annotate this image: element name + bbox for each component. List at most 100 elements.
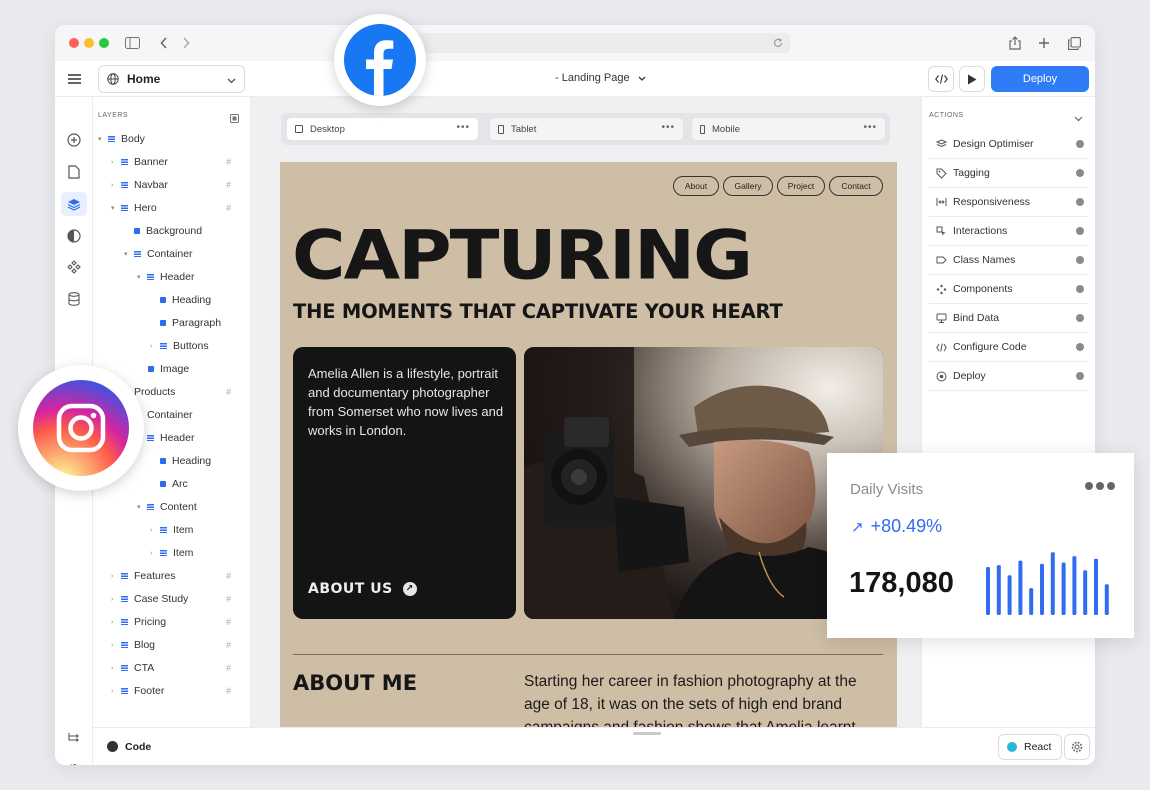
layer-label: Buttons bbox=[173, 340, 209, 352]
menu-icon[interactable] bbox=[65, 70, 83, 88]
page-select[interactable]: Home bbox=[98, 65, 245, 93]
layer-item[interactable]: ▾Header bbox=[137, 269, 194, 285]
page-title[interactable]: - Landing Page bbox=[555, 72, 646, 84]
framework-settings-button[interactable] bbox=[1064, 734, 1090, 760]
code-panel-label[interactable]: Code bbox=[125, 741, 151, 753]
action-responsiveness[interactable]: Responsiveness bbox=[929, 188, 1088, 217]
tab-desktop[interactable]: Desktop ••• bbox=[286, 117, 479, 141]
visits-change: ↗ +80.49% bbox=[851, 516, 942, 537]
maximize-window-button[interactable] bbox=[99, 38, 109, 48]
chevron-down-icon bbox=[638, 72, 646, 84]
visits-bar bbox=[1104, 584, 1109, 615]
chevron-down-icon[interactable] bbox=[1074, 109, 1083, 127]
tablet-icon bbox=[498, 124, 504, 134]
layer-item[interactable]: ▾ Body bbox=[98, 131, 145, 147]
new-tab-icon[interactable] bbox=[1035, 34, 1053, 52]
tab-tablet[interactable]: Tablet ••• bbox=[489, 117, 684, 141]
layer-item[interactable]: › Banner # bbox=[111, 154, 241, 170]
minimize-window-button[interactable] bbox=[84, 38, 94, 48]
layer-item[interactable]: ▾ Hero # bbox=[111, 200, 241, 216]
layer-item[interactable]: ▾ Content bbox=[137, 499, 197, 515]
layer-item[interactable]: Paragraph bbox=[160, 315, 221, 331]
layer-item[interactable]: › Features # bbox=[111, 568, 241, 584]
forward-icon[interactable] bbox=[177, 34, 195, 52]
flow-icon[interactable] bbox=[65, 729, 83, 747]
site-nav-contact[interactable]: Contact bbox=[829, 176, 883, 196]
layer-label: Features bbox=[134, 570, 176, 582]
info-icon bbox=[1076, 227, 1084, 235]
instagram-badge bbox=[18, 365, 144, 491]
reload-icon[interactable] bbox=[770, 35, 786, 51]
action-design-optimiser[interactable]: Design Optimiser bbox=[929, 130, 1088, 159]
actions-title: ACTIONS bbox=[929, 112, 964, 119]
more-icon[interactable] bbox=[1085, 482, 1115, 490]
action-class-names[interactable]: Class Names bbox=[929, 246, 1088, 275]
layer-label: CTA bbox=[134, 662, 155, 674]
layer-item[interactable]: ▾Header bbox=[137, 430, 194, 446]
instagram-icon bbox=[33, 380, 129, 476]
address-bar[interactable] bbox=[395, 33, 790, 53]
layer-label: Content bbox=[160, 501, 197, 513]
hash-icon: # bbox=[225, 663, 231, 673]
layer-item[interactable]: › Navbar # bbox=[111, 177, 241, 193]
about-us-link[interactable]: ABOUT US ↗ bbox=[308, 581, 417, 597]
framework-select[interactable]: React bbox=[998, 734, 1062, 760]
bottom-bar: Code React bbox=[93, 727, 1095, 765]
share-icon[interactable] bbox=[1006, 34, 1024, 52]
database-icon[interactable] bbox=[65, 290, 83, 308]
page-icon[interactable] bbox=[65, 163, 83, 181]
close-window-button[interactable] bbox=[69, 38, 79, 48]
layer-item[interactable]: › Item bbox=[150, 545, 193, 561]
layer-label: Item bbox=[173, 524, 194, 536]
resize-handle[interactable] bbox=[633, 732, 661, 735]
deploy-button[interactable]: Deploy bbox=[991, 66, 1089, 92]
back-icon[interactable] bbox=[155, 34, 173, 52]
site-nav-project[interactable]: Project bbox=[777, 176, 825, 196]
layer-item[interactable]: Heading bbox=[160, 292, 211, 308]
code-view-button[interactable] bbox=[928, 66, 954, 92]
layer-item[interactable]: › Footer # bbox=[111, 683, 241, 699]
info-icon bbox=[1076, 314, 1084, 322]
layer-item[interactable]: › CTA # bbox=[111, 660, 241, 676]
layer-item[interactable]: › Item bbox=[150, 522, 193, 538]
layer-item[interactable]: Image bbox=[148, 361, 189, 377]
layer-item[interactable]: › Case Study # bbox=[111, 591, 241, 607]
daily-visits-card: Daily Visits ↗ +80.49% 178,080 bbox=[827, 453, 1134, 638]
action-interactions[interactable]: Interactions bbox=[929, 217, 1088, 246]
layer-item[interactable]: › Buttons bbox=[150, 338, 209, 354]
layer-item[interactable]: Arc bbox=[160, 476, 188, 492]
layer-item[interactable]: Background bbox=[134, 223, 202, 239]
components-icon[interactable] bbox=[65, 258, 83, 276]
sidebar-toggle-icon[interactable] bbox=[123, 34, 141, 52]
layer-label: Navbar bbox=[134, 179, 168, 191]
action-tagging[interactable]: Tagging bbox=[929, 159, 1088, 188]
layer-item[interactable]: › Blog # bbox=[111, 637, 241, 653]
tab-mobile[interactable]: Mobile ••• bbox=[691, 117, 886, 141]
code-toggle-icon[interactable] bbox=[107, 741, 118, 752]
styles-icon[interactable] bbox=[65, 227, 83, 245]
layer-item[interactable]: Heading bbox=[160, 453, 211, 469]
more-icon[interactable]: ••• bbox=[863, 122, 877, 133]
action-components[interactable]: Components bbox=[929, 275, 1088, 304]
action-configure-code[interactable]: Configure Code bbox=[929, 333, 1088, 362]
hash-icon: # bbox=[225, 203, 231, 213]
layers-icon[interactable] bbox=[61, 192, 87, 216]
more-icon[interactable]: ••• bbox=[456, 122, 470, 133]
tabs-overview-icon[interactable] bbox=[1065, 34, 1083, 52]
more-icon[interactable]: ••• bbox=[661, 122, 675, 133]
layer-label: Heading bbox=[172, 455, 212, 467]
app-window: Home - Landing Page Deploy LAYERS ▾ Body… bbox=[55, 25, 1095, 765]
settings-icon[interactable] bbox=[65, 761, 83, 765]
preview-button[interactable] bbox=[959, 66, 985, 92]
copy-icon[interactable] bbox=[230, 110, 240, 123]
action-deploy[interactable]: Deploy bbox=[929, 362, 1088, 391]
hero-title: CAPTURING bbox=[292, 216, 753, 296]
layer-item[interactable]: ▾Container bbox=[124, 246, 193, 262]
layer-item[interactable]: › Pricing # bbox=[111, 614, 241, 630]
responsive-icon bbox=[935, 196, 947, 208]
add-icon[interactable] bbox=[65, 131, 83, 149]
site-nav-gallery[interactable]: Gallery bbox=[723, 176, 773, 196]
layer-label: Case Study bbox=[134, 593, 189, 605]
action-bind-data[interactable]: Bind Data bbox=[929, 304, 1088, 333]
site-nav-about[interactable]: About bbox=[673, 176, 719, 196]
